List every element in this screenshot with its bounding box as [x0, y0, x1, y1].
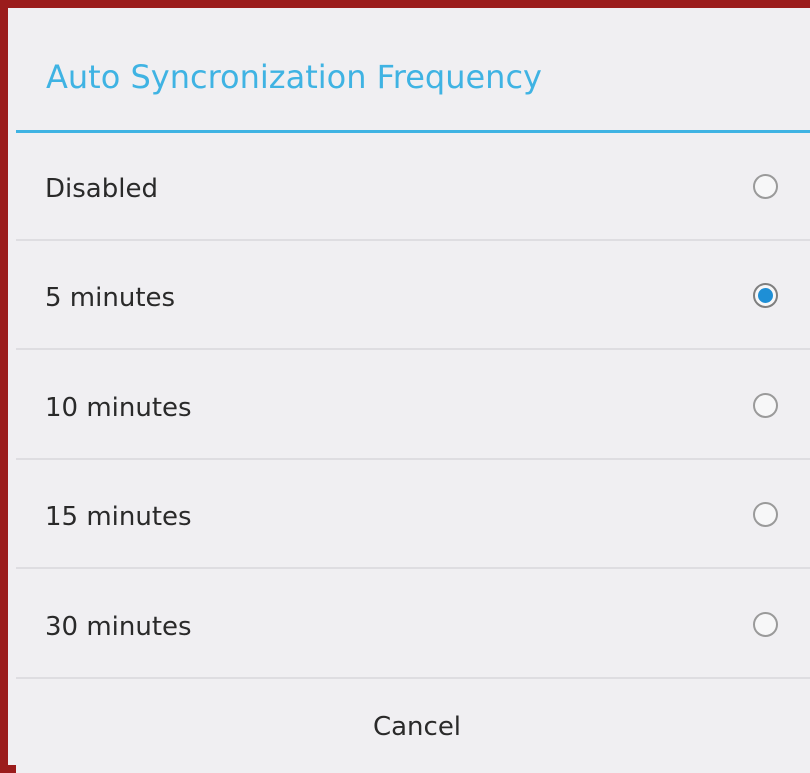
sync-frequency-dialog: Auto Syncronization Frequency Disabled 5…	[16, 16, 810, 773]
radio-unselected-icon[interactable]	[753, 174, 778, 199]
radio-unselected-icon[interactable]	[753, 393, 778, 418]
option-label: 15 minutes	[45, 502, 192, 532]
dialog-header: Auto Syncronization Frequency	[16, 16, 810, 133]
dialog-frame: Auto Syncronization Frequency Disabled 5…	[0, 0, 810, 773]
radio-unselected-icon[interactable]	[753, 502, 778, 527]
option-label: 10 minutes	[45, 393, 192, 423]
option-30-minutes[interactable]: 30 minutes	[16, 571, 810, 679]
option-label: 5 minutes	[45, 283, 176, 313]
option-label: 30 minutes	[45, 612, 192, 642]
dialog-title: Auto Syncronization Frequency	[46, 58, 542, 96]
option-15-minutes[interactable]: 15 minutes	[16, 461, 810, 569]
cancel-button[interactable]: Cancel	[16, 680, 810, 773]
option-label: Disabled	[45, 174, 158, 204]
option-5-minutes[interactable]: 5 minutes	[16, 242, 810, 350]
option-10-minutes[interactable]: 10 minutes	[16, 352, 810, 460]
dialog-footer: Cancel	[16, 680, 810, 773]
radio-unselected-icon[interactable]	[753, 612, 778, 637]
radio-selected-icon[interactable]	[753, 283, 778, 308]
option-disabled[interactable]: Disabled	[16, 133, 810, 241]
